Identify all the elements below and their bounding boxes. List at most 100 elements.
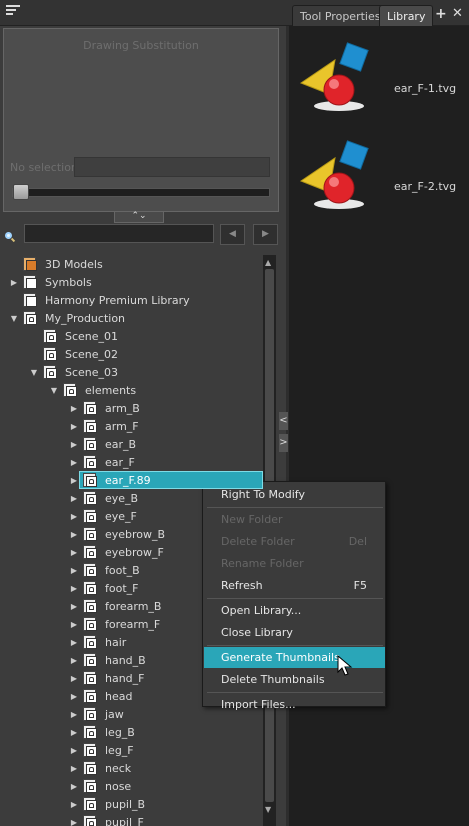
tree-item[interactable]: ▶ jaw: [69, 705, 126, 723]
menu-item-generate-thumbnails[interactable]: Generate Thumbnails: [204, 647, 385, 668]
menu-item-refresh[interactable]: Refresh F5: [204, 575, 385, 596]
expand-arrow-icon[interactable]: ▶: [9, 278, 19, 287]
panel-menu-icon[interactable]: [6, 5, 20, 19]
substitution-slider-track[interactable]: [12, 188, 270, 197]
collapse-arrow-icon[interactable]: ▼: [9, 314, 19, 323]
next-result-button[interactable]: ▶: [253, 224, 278, 245]
tree-item[interactable]: ▶ pupil_F: [69, 813, 146, 826]
drawing-thumbnail-icon: [299, 42, 369, 111]
tree-item[interactable]: ▶ leg_B: [69, 723, 137, 741]
collapse-left-icon[interactable]: <: [279, 412, 288, 430]
tree-item[interactable]: 3D Models: [9, 255, 105, 273]
expand-arrow-icon[interactable]: ▶: [69, 818, 79, 826]
collapse-toggle-icon[interactable]: ⌃⌄: [114, 212, 164, 223]
expand-arrow-icon[interactable]: ▶: [69, 584, 79, 593]
expand-arrow-icon[interactable]: ▶: [69, 656, 79, 665]
tree-item[interactable]: Harmony Premium Library: [9, 291, 192, 309]
expand-arrow-icon[interactable]: ▶: [69, 800, 79, 809]
expand-arrow-icon[interactable]: ▶: [69, 746, 79, 755]
tree-item[interactable]: ▼ Scene_03: [29, 363, 120, 381]
menu-item-label: Delete Folder: [221, 535, 295, 548]
expand-arrow-icon[interactable]: ▶: [69, 620, 79, 629]
expand-arrow-icon[interactable]: ▶: [69, 404, 79, 413]
tree-item[interactable]: ▶ hand_F: [69, 669, 147, 687]
scroll-up-icon[interactable]: ▲: [265, 258, 271, 267]
expand-arrow-icon[interactable]: ▶: [69, 458, 79, 467]
tree-item[interactable]: ▶ forearm_B: [69, 597, 163, 615]
locked-folder-icon: [83, 436, 98, 452]
locked-folder-icon: [23, 310, 38, 326]
thumbnail-item[interactable]: ear_F-1.tvg: [299, 38, 469, 128]
tree-item[interactable]: ▶ arm_B: [69, 399, 142, 417]
tree-item[interactable]: ▶ nose: [69, 777, 133, 795]
tree-item[interactable]: ▶ head: [69, 687, 134, 705]
expand-arrow-icon[interactable]: ▶: [69, 602, 79, 611]
expand-arrow-icon[interactable]: ▶: [69, 530, 79, 539]
tree-item-label: forearm_F: [105, 617, 161, 631]
menu-item-open-library[interactable]: Open Library...: [204, 600, 385, 621]
tree-item[interactable]: Scene_01: [29, 327, 120, 345]
tree-item[interactable]: ▶ ear_F: [69, 453, 137, 471]
search-input[interactable]: [24, 224, 214, 243]
scroll-down-icon[interactable]: ▼: [265, 805, 271, 814]
tree-item[interactable]: ▶ foot_F: [69, 579, 140, 597]
tab-library[interactable]: Library: [379, 5, 434, 26]
menu-item-close-library[interactable]: Close Library: [204, 622, 385, 643]
tree-item[interactable]: ▶ eye_F: [69, 507, 139, 525]
expand-arrow-icon[interactable]: ▶: [69, 548, 79, 557]
panel-splitter[interactable]: < >: [279, 412, 288, 456]
tree-item[interactable]: ▶ eye_B: [69, 489, 140, 507]
tree-item-label: eye_F: [105, 509, 137, 523]
tree-item[interactable]: ▶ Symbols: [9, 273, 94, 291]
tree-item[interactable]: ▼ My_Production: [9, 309, 127, 327]
thumbnail-item[interactable]: ear_F-2.tvg: [299, 136, 469, 226]
tree-item[interactable]: ▶ hair: [69, 633, 128, 651]
expand-arrow-icon[interactable]: ▶: [69, 728, 79, 737]
locked-folder-icon: [83, 526, 98, 542]
expand-arrow-icon[interactable]: ▶: [69, 674, 79, 683]
tree-item[interactable]: ▼ elements: [49, 381, 138, 399]
add-tab-icon[interactable]: +: [435, 6, 447, 22]
expand-right-icon[interactable]: >: [279, 434, 288, 452]
tree-item[interactable]: ▶ ear_F.89: [69, 471, 263, 489]
tree-item[interactable]: ▶ neck: [69, 759, 133, 777]
substitution-slider-handle[interactable]: [13, 184, 29, 200]
tree-item-label: Scene_03: [65, 365, 119, 379]
expand-arrow-icon[interactable]: ▶: [69, 710, 79, 719]
expand-arrow-icon[interactable]: ▶: [69, 638, 79, 647]
expand-arrow-icon[interactable]: ▶: [69, 692, 79, 701]
tree-item[interactable]: ▶ foot_B: [69, 561, 142, 579]
tree-item[interactable]: ▶ arm_F: [69, 417, 141, 435]
library-folder-icon: [23, 292, 38, 308]
tree-item[interactable]: ▶ ear_B: [69, 435, 138, 453]
locked-folder-icon: [83, 490, 98, 506]
collapse-arrow-icon[interactable]: ▼: [29, 368, 39, 377]
close-panel-icon[interactable]: ✕: [452, 6, 463, 21]
tree-item[interactable]: Scene_02: [29, 345, 120, 363]
tree-item[interactable]: ▶ eyebrow_F: [69, 543, 166, 561]
previous-result-button[interactable]: ◀: [220, 224, 245, 245]
expand-arrow-icon[interactable]: ▶: [69, 440, 79, 449]
expand-arrow-icon[interactable]: ▶: [69, 566, 79, 575]
no-selection-label: No selection: [10, 161, 78, 174]
expand-arrow-icon[interactable]: ▶: [69, 494, 79, 503]
menu-item-label: Generate Thumbnails: [221, 651, 340, 664]
tree-item-label: leg_B: [105, 725, 135, 739]
mouse-cursor-icon: [337, 655, 353, 676]
expand-arrow-icon[interactable]: ▶: [69, 782, 79, 791]
tree-item[interactable]: ▶ forearm_F: [69, 615, 162, 633]
expand-arrow-icon[interactable]: ▶: [69, 476, 79, 485]
tree-item-label: My_Production: [45, 311, 126, 325]
expand-arrow-icon[interactable]: ▶: [69, 512, 79, 521]
menu-item-import-files[interactable]: Import Files...: [204, 694, 385, 715]
tree-item[interactable]: ▶ pupil_B: [69, 795, 147, 813]
tree-item[interactable]: ▶ leg_F: [69, 741, 136, 759]
tab-tool-properties[interactable]: Tool Properties: [292, 5, 389, 26]
tree-item[interactable]: ▶ eyebrow_B: [69, 525, 167, 543]
tree-item[interactable]: ▶ hand_B: [69, 651, 148, 669]
expand-arrow-icon[interactable]: ▶: [69, 422, 79, 431]
collapse-arrow-icon[interactable]: ▼: [49, 386, 59, 395]
menu-item-delete-thumbnails[interactable]: Delete Thumbnails: [204, 669, 385, 690]
expand-arrow-icon[interactable]: ▶: [69, 764, 79, 773]
substitution-field[interactable]: [74, 157, 270, 177]
